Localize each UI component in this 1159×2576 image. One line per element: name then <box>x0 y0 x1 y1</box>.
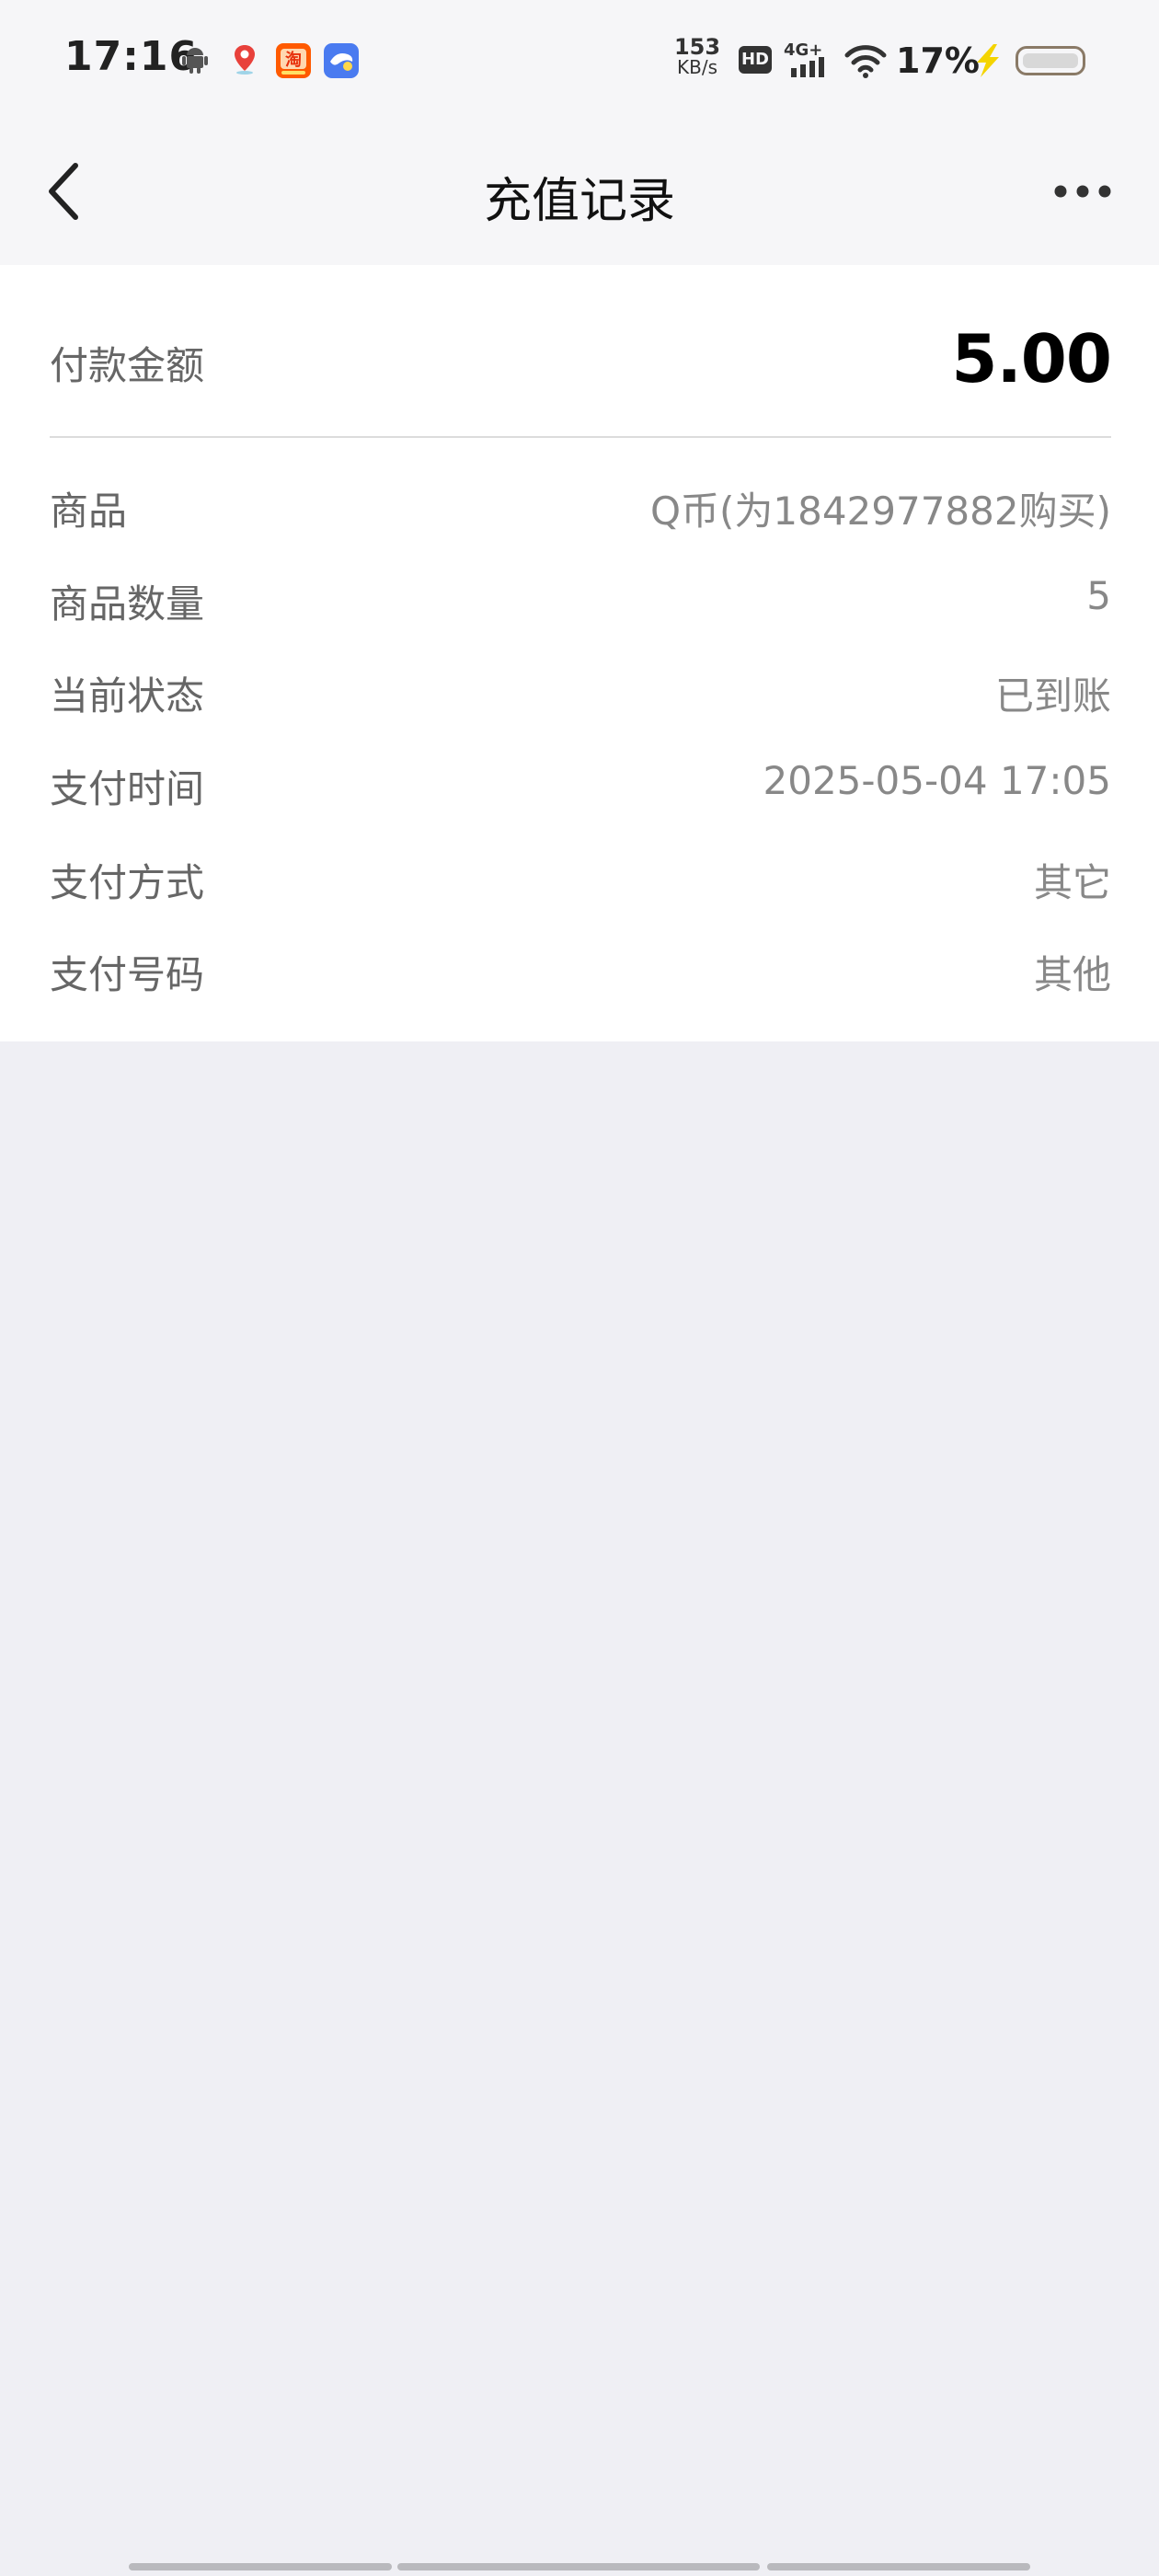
detail-row-pay-time: 支付时间 2025-05-04 17:05 <box>50 736 1111 828</box>
network-speed: 153 KB/s <box>670 34 725 78</box>
detail-label: 当前状态 <box>50 673 205 719</box>
detail-value: 5 <box>1086 573 1111 618</box>
detail-label: 支付时间 <box>50 766 205 811</box>
detail-value: 已到账 <box>994 673 1111 719</box>
status-bar: 17:16 淘 153 KB/s HD 4G+ 17% <box>0 0 1159 118</box>
app-icon <box>324 43 359 78</box>
charging-icon <box>977 44 999 77</box>
wifi-icon <box>844 45 887 78</box>
android-icon <box>182 48 208 74</box>
detail-value: 其它 <box>1033 860 1111 905</box>
detail-label: 商品 <box>50 489 128 534</box>
more-button[interactable] <box>1052 175 1113 208</box>
detail-value: Q币(为1842977882购买) <box>649 489 1111 534</box>
payment-amount-row: 付款金额 5.00 <box>50 265 1112 438</box>
detail-value: 其他 <box>1033 952 1111 997</box>
more-dots-icon <box>1054 185 1111 198</box>
status-time: 17:16 <box>64 33 199 80</box>
navigation-header: 充值记录 <box>0 118 1159 265</box>
gesture-bar-home[interactable] <box>397 2563 760 2570</box>
battery-percent: 17% <box>896 40 980 81</box>
recharge-detail-card: 付款金额 5.00 商品 Q币(为1842977882购买) 商品数量 5 当前… <box>0 265 1159 1041</box>
detail-row-product: 商品 Q币(为1842977882购买) <box>50 458 1111 550</box>
battery-icon <box>1016 46 1085 75</box>
gesture-bar-left[interactable] <box>129 2563 392 2570</box>
gesture-bar-right[interactable] <box>767 2563 1030 2570</box>
signal-icon: 4G+ <box>784 40 824 77</box>
network-type-label: 4G+ <box>784 40 822 60</box>
svg-text:淘: 淘 <box>285 50 302 70</box>
detail-row-pay-method: 支付方式 其它 <box>50 830 1111 922</box>
network-speed-value: 153 <box>673 34 721 60</box>
hd-icon: HD <box>739 46 772 74</box>
payment-amount-label: 付款金额 <box>50 343 205 388</box>
page-title: 充值记录 <box>483 174 675 229</box>
detail-label: 支付号码 <box>50 952 205 997</box>
detail-label: 商品数量 <box>50 581 205 627</box>
payment-amount-value: 5.00 <box>951 320 1112 397</box>
taobao-icon: 淘 <box>276 43 311 78</box>
map-icon <box>235 45 255 75</box>
network-speed-unit: KB/s <box>677 56 717 78</box>
detail-label: 支付方式 <box>50 860 205 905</box>
detail-value: 2025-05-04 17:05 <box>763 758 1111 803</box>
detail-row-quantity: 商品数量 5 <box>50 551 1111 643</box>
detail-row-status: 当前状态 已到账 <box>50 643 1111 735</box>
detail-row-pay-number: 支付号码 其他 <box>50 922 1111 1014</box>
